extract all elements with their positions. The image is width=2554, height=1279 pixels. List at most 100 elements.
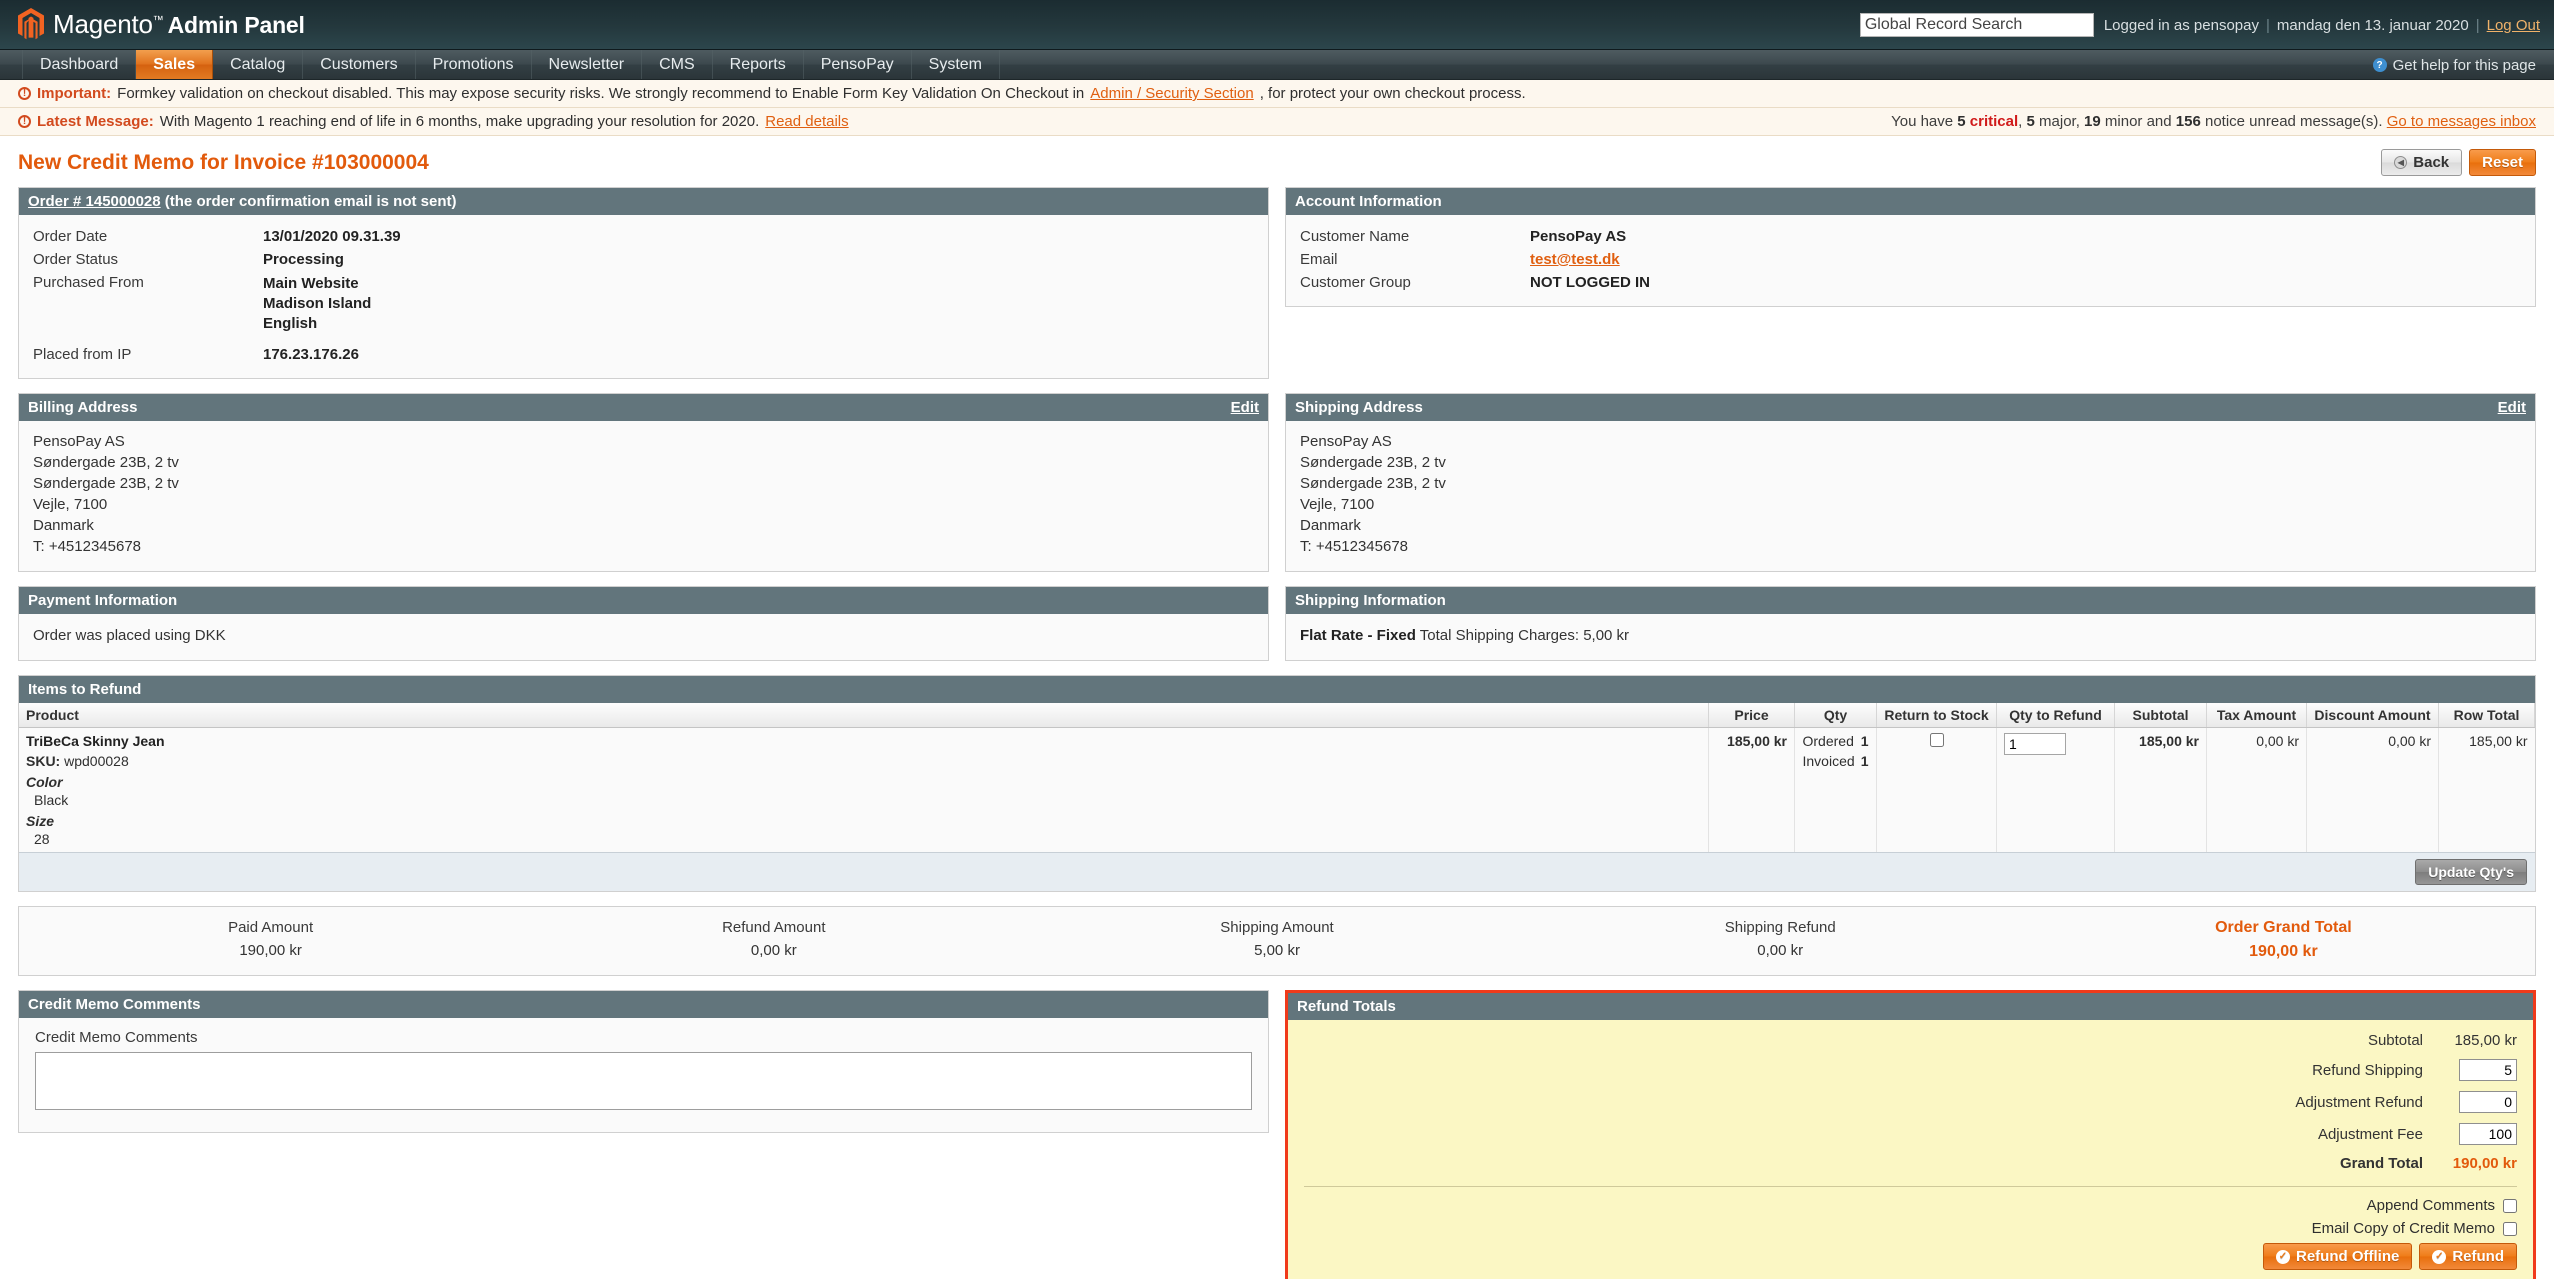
payment-information-title: Payment Information	[28, 592, 178, 609]
refund-totals-header: Refund Totals	[1288, 993, 2533, 1020]
refund-amount-cell: Refund Amount 0,00 kr	[522, 919, 1025, 961]
refund-offline-button[interactable]: ✓ Refund Offline	[2263, 1243, 2413, 1270]
shipping-address-edit-link[interactable]: Edit	[2498, 399, 2526, 416]
shipping-line-6: T: +4512345678	[1300, 538, 1409, 555]
check-circle-icon: ✓	[2276, 1249, 2290, 1264]
nav-item-customers[interactable]: Customers	[303, 50, 416, 79]
items-to-refund-header: Items to Refund	[19, 676, 2535, 703]
cell-return-to-stock	[1876, 727, 1997, 852]
nav-item-sales[interactable]: Sales	[136, 50, 214, 79]
nav-item-system[interactable]: System	[912, 50, 1000, 79]
update-qtys-button[interactable]: Update Qty's	[2415, 859, 2527, 885]
nav-item-reports[interactable]: Reports	[713, 50, 804, 79]
logout-link[interactable]: Log Out	[2487, 17, 2540, 34]
shipping-amount-value: 5,00 kr	[1254, 942, 1300, 959]
read-details-link[interactable]: Read details	[765, 113, 848, 130]
refund-totals-column: Refund Totals Subtotal 185,00 kr Refund …	[1285, 990, 2536, 1279]
latest-message-label: Latest Message:	[37, 113, 154, 130]
adjustment-refund-input[interactable]	[2459, 1091, 2517, 1113]
paid-amount-label: Paid Amount	[228, 919, 314, 936]
shipping-amount-label: Shipping Amount	[1220, 919, 1334, 936]
adjustment-fee-row: Adjustment Fee	[1304, 1123, 2517, 1145]
return-to-stock-checkbox[interactable]	[1929, 733, 1944, 747]
order-info-column: Order # 145000028 (the order confirmatio…	[18, 187, 1269, 379]
email-copy-label: Email Copy of Credit Memo	[2311, 1220, 2495, 1237]
get-help-link[interactable]: ? Get help for this page	[2372, 50, 2536, 80]
reset-button[interactable]: Reset	[2469, 149, 2536, 176]
sku-value: wpd00028	[60, 753, 129, 769]
adjustment-fee-label: Adjustment Fee	[2317, 1125, 2423, 1143]
paid-amount-value: 190,00 kr	[239, 942, 302, 959]
refund-shipping-input[interactable]	[2459, 1059, 2517, 1081]
shipping-address-body: PensoPay AS Søndergade 23B, 2 tv Sønderg…	[1286, 421, 2535, 571]
shipping-line-1: PensoPay AS	[1300, 433, 1392, 450]
payment-shipping-row: Payment Information Order was placed usi…	[18, 586, 2536, 661]
qty-invoiced: Invoiced 1	[1803, 753, 1869, 769]
placed-from-ip-value: 176.23.176.26	[263, 346, 359, 363]
messages-inbox-link[interactable]: Go to messages inbox	[2387, 113, 2536, 130]
back-button[interactable]: ◀ Back	[2381, 149, 2463, 176]
refund-label: Refund	[2452, 1248, 2504, 1265]
col-discount-amount: Discount Amount	[2306, 703, 2439, 728]
payment-information-body: Order was placed using DKK	[19, 614, 1268, 660]
customer-group-row: Customer Group NOT LOGGED IN	[1300, 271, 2521, 294]
check-circle-icon: ✓	[2432, 1249, 2447, 1264]
customer-group-label: Customer Group	[1300, 274, 1411, 291]
logo[interactable]: Magento™ Admin Panel	[0, 8, 305, 41]
append-comments-checkbox[interactable]	[2503, 1198, 2517, 1213]
order-grand-total-label: Order Grand Total	[2215, 919, 2352, 936]
current-date: mandag den 13. januar 2020	[2276, 16, 2469, 34]
qty-ordered: Ordered 1	[1803, 733, 1869, 749]
items-to-refund-table: Product Price Qty Return to Stock Qty to…	[19, 703, 2535, 852]
refund-grand-total-label: Grand Total	[2339, 1155, 2423, 1172]
billing-address-edit-link[interactable]: Edit	[1231, 399, 1259, 416]
append-comments-label: Append Comments	[2366, 1197, 2495, 1214]
customer-email-link[interactable]: test@test.dk	[1530, 251, 1620, 268]
account-information-body: Customer Name PensoPay AS Email test@tes…	[1286, 215, 2535, 306]
billing-line-5: Danmark	[33, 517, 94, 534]
magento-logo-icon	[18, 8, 44, 40]
order-grand-total-value: 190,00 kr	[2249, 943, 2318, 960]
refund-amount-label: Refund Amount	[722, 919, 826, 936]
adjustment-fee-input[interactable]	[2459, 1123, 2517, 1145]
shipping-line-4: Vejle, 7100	[1300, 496, 1375, 513]
important-text-tail: , for protect your own checkout process.	[1259, 85, 1526, 102]
credit-memo-comments-header: Credit Memo Comments	[19, 991, 1268, 1018]
logo-trademark: ™	[152, 14, 164, 27]
main-navigation: Dashboard Sales Catalog Customers Promot…	[0, 50, 2554, 80]
order-number-link[interactable]: Order # 145000028	[28, 193, 161, 210]
order-totals-strip: Paid Amount 190,00 kr Refund Amount 0,00…	[18, 906, 2536, 976]
billing-address-body: PensoPay AS Søndergade 23B, 2 tv Sønderg…	[19, 421, 1268, 571]
admin-security-section-link[interactable]: Admin / Security Section	[1090, 85, 1253, 102]
order-information-header: Order # 145000028 (the order confirmatio…	[19, 188, 1268, 215]
global-search-input[interactable]	[1859, 13, 2094, 37]
page-content: New Credit Memo for Invoice #103000004 ◀…	[0, 136, 2554, 1279]
refund-button[interactable]: ✓ Refund	[2419, 1243, 2517, 1270]
nav-item-newsletter[interactable]: Newsletter	[532, 50, 643, 79]
billing-line-3: Søndergade 23B, 2 tv	[33, 475, 179, 492]
credit-memo-comments-column: Credit Memo Comments Credit Memo Comment…	[18, 990, 1269, 1133]
header-separator-1: |	[2265, 16, 2270, 34]
billing-line-2: Søndergade 23B, 2 tv	[33, 454, 179, 471]
col-tax-amount: Tax Amount	[2206, 703, 2307, 728]
qty-to-refund-input[interactable]	[2004, 733, 2066, 755]
shipping-address-title: Shipping Address	[1295, 399, 1423, 416]
cell-qty: Ordered 1 Invoiced 1	[1794, 727, 1877, 852]
address-row: Billing Address Edit PensoPay AS Sønderg…	[18, 393, 2536, 572]
cell-product: TriBeCa Skinny Jean SKU: wpd00028 Color …	[19, 727, 1709, 852]
unread-prefix: You have	[1891, 113, 1958, 130]
refund-shipping-row: Refund Shipping	[1304, 1059, 2517, 1081]
account-information-panel: Account Information Customer Name PensoP…	[1285, 187, 2536, 307]
nav-item-promotions[interactable]: Promotions	[416, 50, 532, 79]
cell-qty-to-refund	[1996, 727, 2115, 852]
email-copy-checkbox[interactable]	[2503, 1221, 2517, 1236]
nav-item-cms[interactable]: CMS	[642, 50, 713, 79]
cell-subtotal: 185,00 kr	[2114, 727, 2207, 852]
email-copy-row: Email Copy of Credit Memo	[1304, 1220, 2517, 1237]
billing-address-header: Billing Address Edit	[19, 394, 1268, 421]
purchased-from-value: Main Website Madison Island English	[263, 275, 372, 332]
nav-item-catalog[interactable]: Catalog	[213, 50, 304, 79]
comments-textarea[interactable]	[35, 1052, 1252, 1110]
nav-item-pensopay[interactable]: PensoPay	[804, 50, 912, 79]
nav-item-dashboard[interactable]: Dashboard	[22, 50, 137, 79]
